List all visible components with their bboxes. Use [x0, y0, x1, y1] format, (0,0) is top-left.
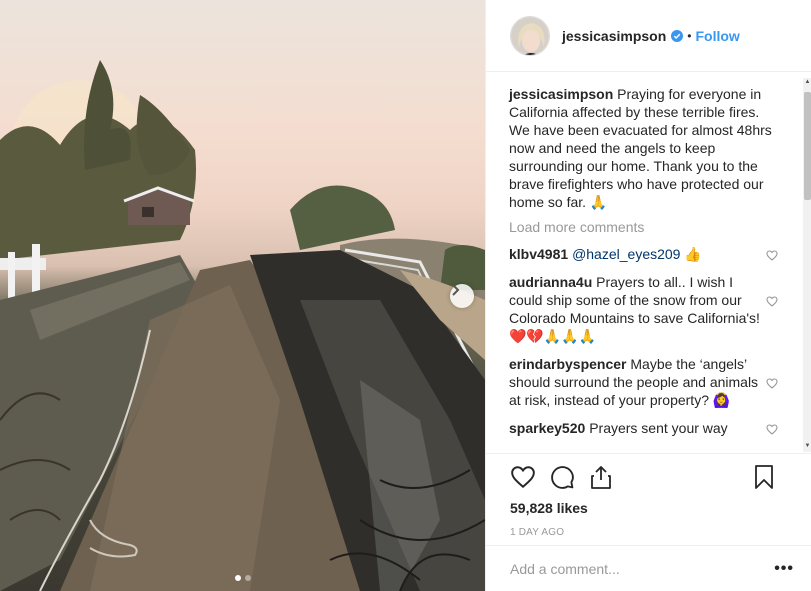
scroll-down-icon[interactable]: ▼	[804, 443, 811, 451]
comment-like-button[interactable]	[766, 375, 778, 393]
carousel-indicator	[0, 575, 485, 581]
post-photo	[0, 0, 485, 591]
post-header: jessicasimpson • Follow	[486, 0, 811, 72]
post-actions: 59,828 likes 1 DAY AGO	[486, 453, 811, 538]
bookmark-icon	[755, 465, 773, 489]
verified-icon	[671, 29, 684, 42]
avatar-image	[511, 16, 549, 55]
comment-item: audrianna4u Prayers to all.. I wish I co…	[509, 273, 778, 345]
caption-text: Praying for everyone in California affec…	[509, 86, 772, 210]
heart-icon	[766, 250, 778, 261]
comments-list: jessicasimpson Praying for everyone in C…	[486, 73, 811, 453]
action-icons	[510, 454, 788, 500]
heart-icon	[766, 296, 778, 307]
comment-like-button[interactable]	[766, 421, 778, 439]
like-button[interactable]	[510, 465, 536, 489]
add-comment-bar: •••	[486, 545, 811, 591]
comment-icon	[551, 465, 574, 489]
comment-like-button[interactable]	[766, 247, 778, 265]
heart-icon	[766, 378, 778, 389]
chevron-right-icon	[452, 284, 460, 296]
comment-text: Prayers sent your way	[589, 420, 728, 436]
comment-item: sparkey520 Prayers sent your way	[509, 419, 778, 437]
comment-text: 👍	[680, 246, 702, 262]
more-options-icon[interactable]: •••	[774, 560, 794, 578]
comment-like-button[interactable]	[766, 293, 778, 311]
comments-scrollbar[interactable]: ▲ ▼	[803, 78, 811, 452]
comment-button[interactable]	[550, 465, 575, 490]
comment-username[interactable]: klbv4981	[509, 246, 568, 262]
post-timestamp[interactable]: 1 DAY AGO	[510, 527, 788, 538]
header-username[interactable]: jessicasimpson	[562, 28, 666, 44]
scroll-up-icon[interactable]: ▲	[804, 79, 811, 87]
load-more-comments-button[interactable]: Load more comments	[509, 219, 811, 235]
likes-count[interactable]: 59,828 likes	[510, 500, 788, 516]
post-sidebar: jessicasimpson • Follow jessicasimpson P…	[485, 0, 811, 591]
header-separator: •	[687, 28, 692, 43]
comment-username[interactable]: sparkey520	[509, 420, 585, 436]
scrollbar-thumb[interactable]	[804, 92, 811, 200]
next-photo-button[interactable]	[450, 284, 474, 308]
comment-username[interactable]: audrianna4u	[509, 274, 592, 290]
comment-username[interactable]: erindarbyspencer	[509, 356, 627, 372]
carousel-dot	[244, 575, 251, 581]
comment-input[interactable]	[510, 560, 750, 577]
post-caption: jessicasimpson Praying for everyone in C…	[509, 85, 781, 211]
share-button[interactable]	[589, 464, 613, 490]
avatar[interactable]	[510, 15, 550, 56]
carousel-dot-active	[234, 575, 241, 581]
follow-button[interactable]: Follow	[695, 28, 739, 44]
photo-scene	[0, 60, 485, 591]
comment-mention[interactable]: @hazel_eyes209	[572, 246, 680, 262]
caption-username[interactable]: jessicasimpson	[509, 86, 613, 102]
share-icon	[591, 466, 611, 489]
save-button[interactable]	[754, 464, 774, 495]
comment-item: erindarbyspencer Maybe the ‘angels’ shou…	[509, 355, 778, 409]
heart-icon	[766, 424, 778, 435]
heart-icon	[511, 466, 535, 489]
comment-item: klbv4981 @hazel_eyes209 👍	[509, 245, 778, 263]
